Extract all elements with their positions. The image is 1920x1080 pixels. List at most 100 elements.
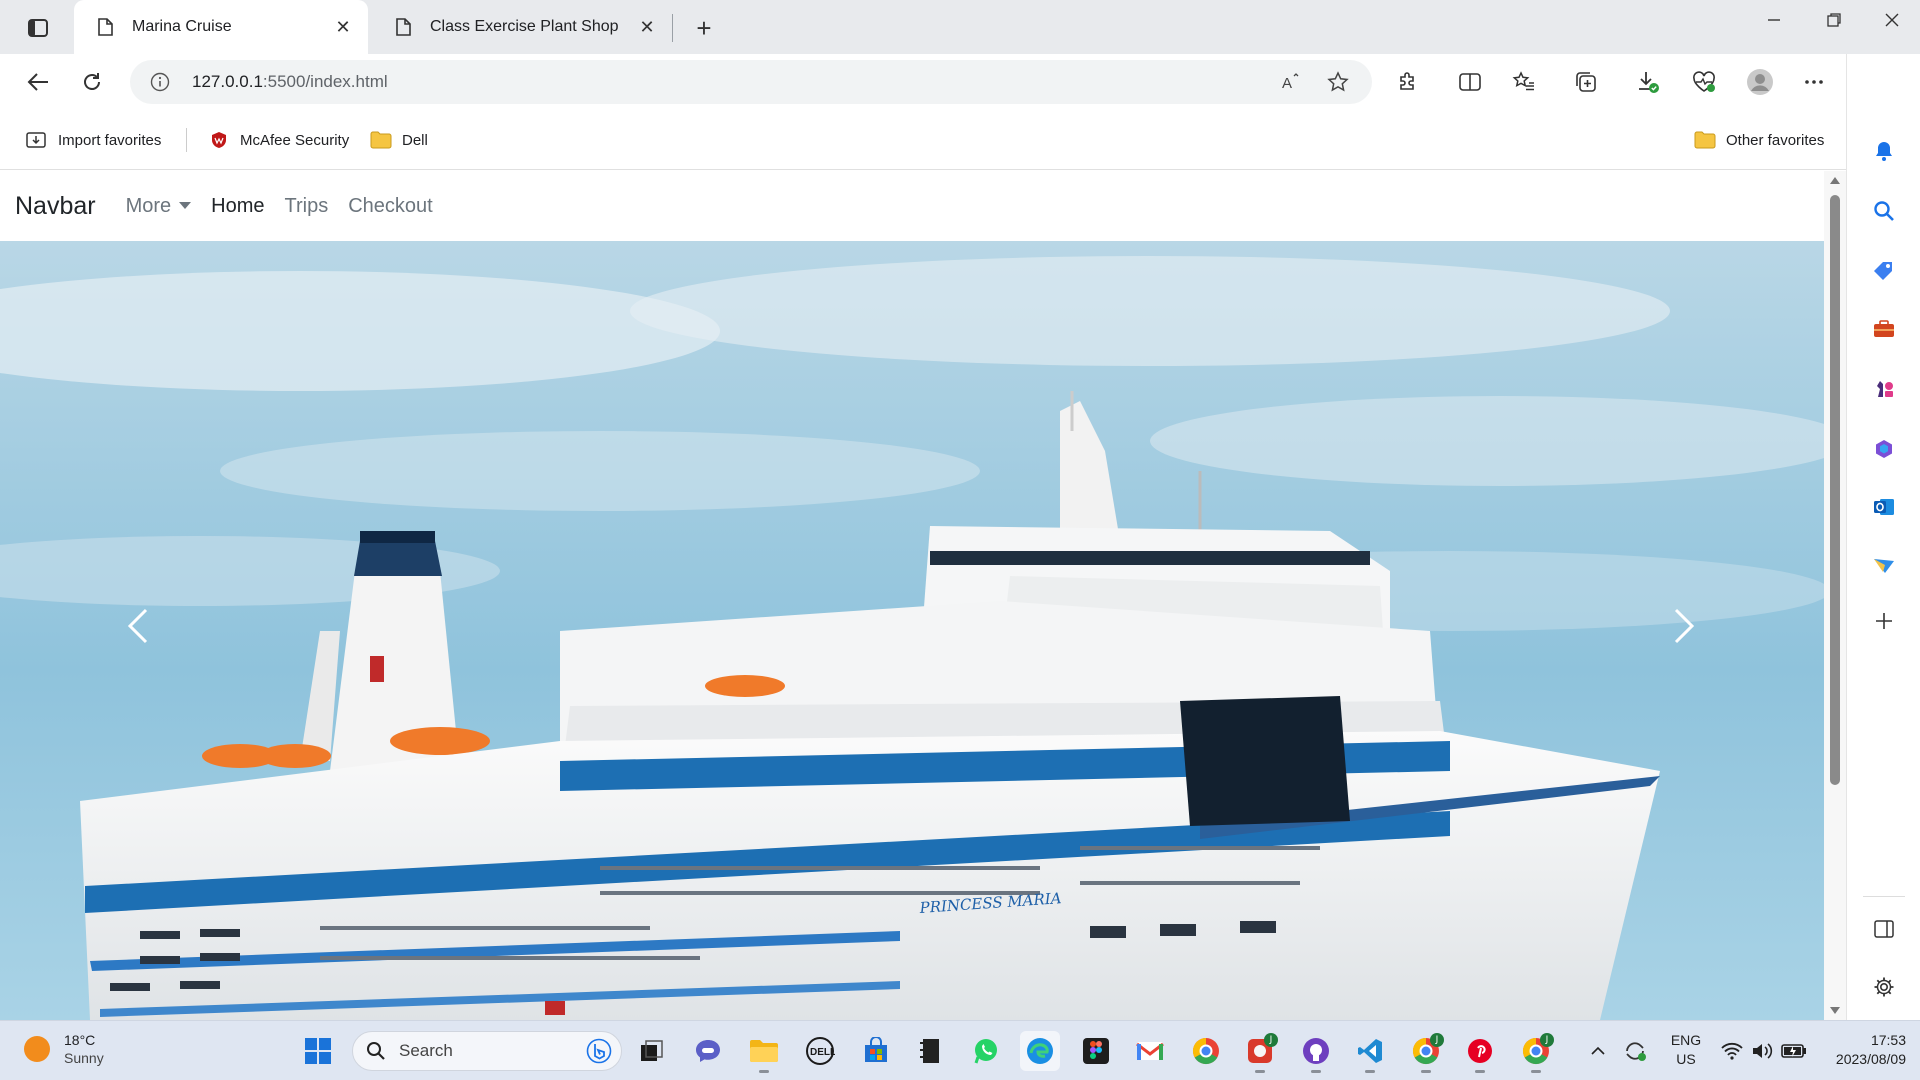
- microsoft-store-app[interactable]: [856, 1031, 896, 1071]
- battery-tray-button[interactable]: [1778, 1031, 1810, 1071]
- nav-checkout[interactable]: Checkout: [348, 195, 433, 218]
- chrome-app[interactable]: [1186, 1031, 1226, 1071]
- profile-button[interactable]: [1742, 64, 1778, 100]
- notifications-icon[interactable]: [1867, 134, 1901, 168]
- system-clock[interactable]: 17:53 2023/08/09: [1818, 1031, 1906, 1069]
- close-tab-icon[interactable]: ✕: [632, 12, 662, 42]
- chevron-left-icon: [127, 608, 148, 644]
- page-scrollbar[interactable]: [1824, 171, 1846, 1020]
- tab-marina-cruise[interactable]: Marina Cruise ✕: [74, 0, 368, 54]
- chat-icon: [696, 1040, 720, 1062]
- teams-chat-app[interactable]: [688, 1031, 728, 1071]
- volume-tray-button[interactable]: [1748, 1031, 1776, 1071]
- search-icon[interactable]: [1867, 194, 1901, 228]
- refresh-button[interactable]: [74, 64, 110, 100]
- folder-icon: [750, 1040, 778, 1062]
- url-path: :5500/index.html: [262, 72, 388, 91]
- address-bar[interactable]: 127.0.0.1:5500/index.html A: [130, 60, 1372, 104]
- heart-pulse-icon: [1693, 71, 1715, 92]
- show-hidden-icons-button[interactable]: [1586, 1031, 1610, 1071]
- figma-app[interactable]: [1076, 1031, 1116, 1071]
- split-screen-button[interactable]: [1452, 64, 1488, 100]
- favorites-button[interactable]: [1506, 64, 1542, 100]
- games-icon[interactable]: [1867, 372, 1901, 406]
- add-sidebar-app-icon[interactable]: [1867, 604, 1901, 638]
- pinterest-app[interactable]: [1460, 1031, 1500, 1073]
- minimize-button[interactable]: [1746, 0, 1802, 40]
- task-view-button[interactable]: [632, 1031, 672, 1071]
- tab-title: Class Exercise Plant Shop: [430, 18, 619, 35]
- favorites-divider: [186, 128, 187, 152]
- navbar-brand[interactable]: Navbar: [15, 192, 96, 221]
- carousel-next-button[interactable]: [1654, 581, 1714, 671]
- wifi-tray-button[interactable]: [1718, 1031, 1746, 1071]
- restore-button[interactable]: [1806, 0, 1862, 40]
- windows-taskbar: 18°C Sunny Search DELL J J J ENG US 17:5…: [0, 1020, 1920, 1080]
- outlook-icon[interactable]: [1867, 490, 1901, 524]
- start-button[interactable]: [298, 1031, 338, 1071]
- svg-text:DELL: DELL: [810, 1047, 835, 1058]
- speaker-icon: [1753, 1043, 1773, 1059]
- chrome-icon: [1192, 1037, 1219, 1065]
- url-text[interactable]: 127.0.0.1:5500/index.html: [192, 72, 388, 92]
- extensions-button[interactable]: [1390, 64, 1426, 100]
- hide-sidebar-icon[interactable]: [1867, 912, 1901, 946]
- shopping-tag-icon[interactable]: [1867, 254, 1901, 288]
- weather-widget[interactable]: 18°C Sunny: [24, 1031, 104, 1067]
- screen: Marina Cruise ✕ Class Exercise Plant Sho…: [0, 0, 1920, 1080]
- favorite-import[interactable]: Import favorites: [26, 126, 161, 154]
- drop-send-icon[interactable]: [1867, 548, 1901, 582]
- favorite-mcafee[interactable]: McAfee Security: [208, 126, 349, 154]
- browser-essentials-button[interactable]: [1686, 64, 1722, 100]
- tab-actions-button[interactable]: [14, 12, 62, 44]
- favorite-star-icon[interactable]: [1324, 68, 1352, 96]
- close-tab-icon[interactable]: ✕: [328, 12, 358, 42]
- site-info-icon[interactable]: [148, 70, 172, 94]
- scroll-down-icon[interactable]: [1830, 1007, 1840, 1014]
- settings-more-button[interactable]: [1796, 64, 1832, 100]
- sunny-weather-icon: [24, 1036, 50, 1062]
- sync-tray-button[interactable]: [1620, 1031, 1650, 1071]
- chrome-profile-app[interactable]: J: [1406, 1031, 1446, 1073]
- carousel-prev-button[interactable]: [108, 581, 168, 671]
- favorite-dell-folder[interactable]: Dell: [370, 126, 428, 154]
- search-icon: [365, 1040, 387, 1062]
- tab-plant-shop[interactable]: Class Exercise Plant Shop ✕: [372, 0, 672, 54]
- chevron-up-icon: [1591, 1046, 1605, 1055]
- nav-trips[interactable]: Trips: [285, 195, 329, 218]
- vscode-app[interactable]: [1350, 1031, 1390, 1073]
- search-label: Search: [399, 1041, 453, 1060]
- downloads-button[interactable]: [1630, 64, 1666, 100]
- back-button[interactable]: [20, 64, 56, 100]
- tab-divider: [672, 14, 673, 42]
- tools-briefcase-icon[interactable]: [1867, 312, 1901, 346]
- dell-app[interactable]: DELL: [800, 1031, 840, 1071]
- new-tab-button[interactable]: +: [688, 12, 720, 44]
- input-language-indicator[interactable]: ENG US: [1668, 1031, 1704, 1069]
- split-screen-icon: [1459, 73, 1481, 91]
- whatsapp-app[interactable]: [966, 1031, 1006, 1071]
- cruise-ship-image: PRINCESS MARIA: [0, 241, 1824, 1020]
- github-app[interactable]: [1296, 1031, 1336, 1073]
- other-favorites-folder[interactable]: Other favorites: [1694, 126, 1824, 154]
- chrome-profile-app-2[interactable]: J: [1516, 1031, 1556, 1073]
- nav-more-dropdown[interactable]: More: [126, 195, 192, 218]
- collections-button[interactable]: [1568, 64, 1604, 100]
- pomodoro-app[interactable]: J: [1240, 1031, 1280, 1073]
- close-window-button[interactable]: [1864, 0, 1920, 40]
- gmail-app[interactable]: [1130, 1031, 1170, 1071]
- bing-icon: [585, 1037, 613, 1065]
- wifi-icon: [1721, 1042, 1743, 1060]
- read-aloud-icon[interactable]: A: [1278, 68, 1306, 96]
- sidebar-settings-gear-icon[interactable]: [1867, 970, 1901, 1004]
- notebook-app[interactable]: [910, 1031, 950, 1071]
- scrollbar-thumb[interactable]: [1830, 195, 1840, 785]
- file-explorer-app[interactable]: [744, 1031, 784, 1073]
- page-icon: [96, 18, 114, 36]
- scroll-up-icon[interactable]: [1830, 177, 1840, 184]
- taskbar-search[interactable]: Search: [352, 1031, 622, 1071]
- favorites-list-icon: [1512, 71, 1534, 91]
- nav-home[interactable]: Home: [211, 195, 264, 218]
- microsoft-365-icon[interactable]: [1867, 432, 1901, 466]
- edge-app[interactable]: [1020, 1031, 1060, 1071]
